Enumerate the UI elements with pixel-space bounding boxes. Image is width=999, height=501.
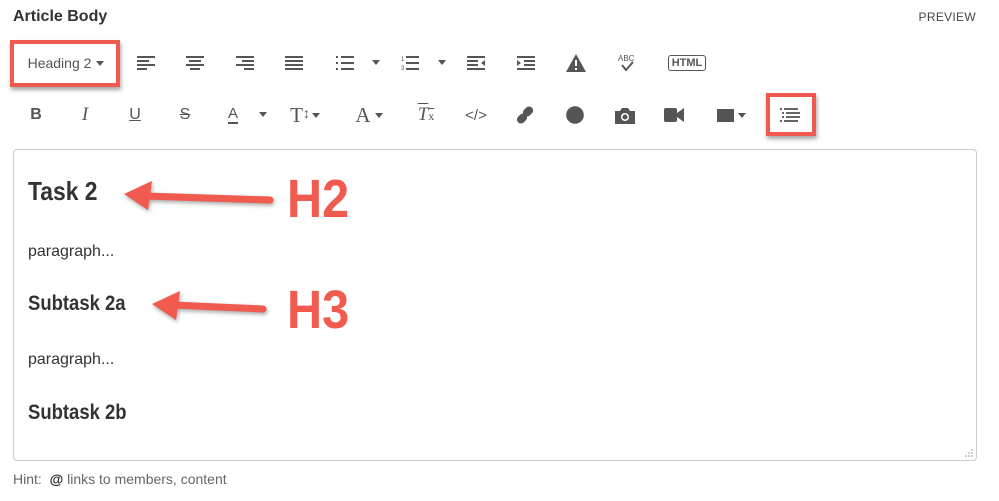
text-color-button[interactable]: A xyxy=(215,100,251,130)
resize-handle-icon[interactable] xyxy=(964,448,974,458)
bold-icon: B xyxy=(30,106,42,123)
table-of-contents-icon xyxy=(780,108,800,122)
chevron-down-icon xyxy=(374,112,383,118)
chevron-down-icon xyxy=(311,112,320,118)
heading-3: Subtask 2b xyxy=(28,401,127,424)
arrow-icon xyxy=(152,291,267,320)
camera-icon xyxy=(615,107,635,124)
code-button[interactable]: </> xyxy=(458,100,494,130)
strikethrough-icon: S xyxy=(179,106,191,123)
text-color-icon: A xyxy=(227,105,238,124)
hint-text: Hint: @ links to members, content xyxy=(13,471,227,487)
indent-icon xyxy=(517,56,535,70)
image-button[interactable] xyxy=(607,100,643,130)
h2-annotation: H2 xyxy=(287,169,350,229)
paragraph: paragraph... xyxy=(28,351,115,368)
italic-icon: I xyxy=(81,104,89,125)
warning-icon xyxy=(566,54,586,72)
strikethrough-button[interactable]: S xyxy=(167,100,203,130)
font-family-button[interactable]: A xyxy=(348,100,390,130)
align-justify-icon xyxy=(285,56,303,70)
numbered-list-icon: 13 xyxy=(401,56,419,71)
outdent-button[interactable] xyxy=(458,48,494,78)
code-icon: </> xyxy=(465,106,487,124)
svg-text:3: 3 xyxy=(401,66,405,71)
spellcheck-icon: ABC xyxy=(618,54,635,72)
arrow-icon xyxy=(124,181,274,210)
outdent-icon xyxy=(467,56,485,70)
chevron-down-icon xyxy=(96,60,105,66)
emoji-button[interactable] xyxy=(557,100,593,130)
link-icon xyxy=(516,106,534,124)
align-center-button[interactable] xyxy=(177,48,213,78)
html-label: HTML xyxy=(667,55,707,71)
chevron-down-icon xyxy=(737,112,746,118)
bullet-list-dropdown-icon[interactable] xyxy=(372,60,380,65)
text-color-dropdown-icon[interactable] xyxy=(259,112,267,117)
warning-button[interactable] xyxy=(558,48,594,78)
video-camera-icon xyxy=(664,108,684,122)
align-right-icon xyxy=(236,56,254,70)
h3-annotation: H3 xyxy=(287,280,350,340)
format-select[interactable]: Heading 2 xyxy=(18,44,114,82)
table-of-contents-button[interactable] xyxy=(772,100,808,130)
indent-button[interactable] xyxy=(508,48,544,78)
hint-body: links to members, content xyxy=(67,471,227,487)
preview-button[interactable]: PREVIEW xyxy=(919,10,976,24)
bold-button[interactable]: B xyxy=(18,100,54,130)
underline-button[interactable]: U xyxy=(117,100,153,130)
paragraph: paragraph... xyxy=(28,243,115,260)
align-left-icon xyxy=(137,56,155,70)
clear-formatting-button[interactable]: Tx xyxy=(408,100,444,130)
align-justify-button[interactable] xyxy=(276,48,312,78)
spellcheck-button[interactable]: ABC xyxy=(608,48,644,78)
bullet-list-icon xyxy=(336,56,354,70)
align-center-icon xyxy=(186,56,204,70)
html-button[interactable]: HTML xyxy=(664,48,710,78)
table-button[interactable] xyxy=(710,100,752,130)
video-button[interactable] xyxy=(656,100,692,130)
table-icon xyxy=(716,108,734,122)
numbered-list-button[interactable]: 13 xyxy=(392,48,428,78)
link-button[interactable] xyxy=(507,100,543,130)
font-family-icon: A xyxy=(355,102,371,127)
smiley-icon xyxy=(566,106,584,124)
numbered-list-dropdown-icon[interactable] xyxy=(438,60,446,65)
font-size-button[interactable]: T ↕ xyxy=(284,100,326,130)
format-select-value: Heading 2 xyxy=(27,55,92,71)
section-title: Article Body xyxy=(13,8,108,25)
font-size-icon: T xyxy=(290,102,303,127)
heading-3: Subtask 2a xyxy=(28,292,126,315)
underline-icon: U xyxy=(129,106,141,123)
svg-text:1: 1 xyxy=(401,57,405,63)
clear-formatting-icon: Tx xyxy=(417,104,435,125)
vertical-arrows-icon: ↕ xyxy=(302,107,310,122)
heading-2: Task 2 xyxy=(28,176,98,206)
hint-label: Hint: xyxy=(13,471,42,487)
bullet-list-button[interactable] xyxy=(327,48,363,78)
italic-button[interactable]: I xyxy=(67,100,103,130)
align-left-button[interactable] xyxy=(128,48,164,78)
at-symbol: @ xyxy=(49,471,64,487)
align-right-button[interactable] xyxy=(227,48,263,78)
